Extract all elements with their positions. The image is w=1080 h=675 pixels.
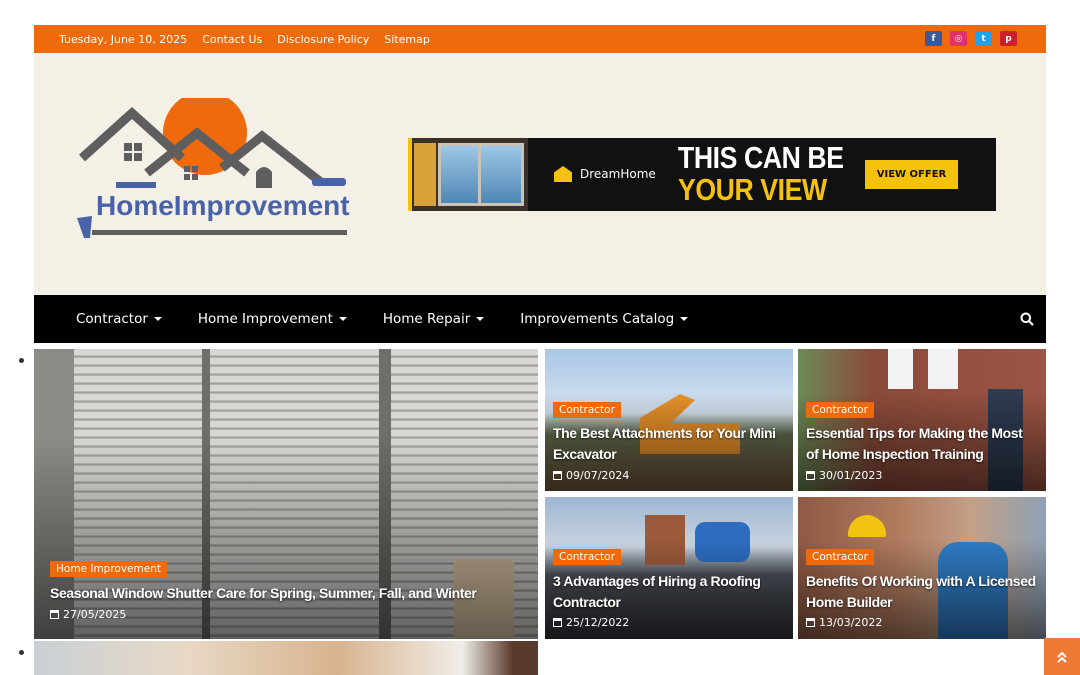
calendar-icon [553,618,562,627]
post-title[interactable]: Seasonal Window Shutter Care for Spring,… [50,583,520,604]
dreamhome-logo-icon [554,166,572,182]
nav-item-home-repair[interactable]: Home Repair [383,311,485,327]
post-title[interactable]: Benefits Of Working with A Licensed Home… [806,571,1038,613]
post-card[interactable]: Contractor Benefits Of Working with A Li… [798,497,1046,639]
site-header: HomeImprovement DreamHome THIS CAN BE YO… [34,53,1046,295]
page: Tuesday, June 10, 2025 Contact Us Disclo… [0,0,1080,675]
calendar-icon [50,610,59,619]
category-badge[interactable]: Contractor [553,549,621,565]
list-bullet [19,358,24,363]
scroll-to-top-button[interactable] [1044,638,1080,675]
view-offer-button[interactable]: VIEW OFFER [865,160,958,189]
category-badge[interactable]: Contractor [806,549,874,565]
facebook-icon[interactable]: f [925,31,942,46]
banner-headline-line2: YOUR VIEW [678,172,827,207]
post-date: 25/12/2022 [553,616,629,629]
sitemap-link[interactable]: Sitemap [384,33,430,46]
nav-item-contractor[interactable]: Contractor [76,311,162,327]
next-post-card[interactable] [34,641,538,675]
nav-item-improvements-catalog[interactable]: Improvements Catalog [520,311,689,327]
calendar-icon [806,618,815,627]
contact-us-link[interactable]: Contact Us [202,33,262,46]
post-title[interactable]: The Best Attachments for Your Mini Excav… [553,423,785,465]
instagram-icon[interactable]: ◎ [950,31,967,46]
post-date: 13/03/2022 [806,616,882,629]
double-chevron-up-icon [1057,651,1067,663]
pinterest-icon[interactable]: p [1000,31,1017,46]
post-title[interactable]: 3 Advantages of Hiring a Roofing Contrac… [553,571,785,613]
caret-down-icon [338,317,347,321]
category-badge[interactable]: Home Improvement [50,561,167,577]
caret-down-icon [680,317,689,321]
post-card[interactable]: Contractor 3 Advantages of Hiring a Roof… [545,497,793,639]
search-icon[interactable] [1020,312,1034,326]
disclosure-policy-link[interactable]: Disclosure Policy [277,33,369,46]
caret-down-icon [153,317,162,321]
category-badge[interactable]: Contractor [806,402,874,418]
ad-banner[interactable]: DreamHome THIS CAN BE YOUR VIEW VIEW OFF… [408,138,996,211]
calendar-icon [553,471,562,480]
site-logo[interactable]: HomeImprovement [72,91,377,243]
post-date: 30/01/2023 [806,469,882,482]
banner-window-image [408,138,528,211]
caret-down-icon [476,317,485,321]
post-date: 27/05/2025 [50,608,126,621]
top-bar: Tuesday, June 10, 2025 Contact Us Disclo… [34,25,1046,53]
banner-brand: DreamHome [554,166,656,182]
category-badge[interactable]: Contractor [553,402,621,418]
logo-text: HomeImprovement [96,190,350,221]
post-card[interactable]: Contractor The Best Attachments for Your… [545,349,793,491]
featured-post-card[interactable]: Home Improvement Seasonal Window Shutter… [34,349,538,639]
list-bullet [19,650,24,655]
post-date: 09/07/2024 [553,469,629,482]
banner-headline-line1: THIS CAN BE [678,140,844,175]
main-nav: Contractor Home Improvement Home Repair … [34,295,1046,343]
twitter-icon[interactable]: t [975,31,992,46]
calendar-icon [806,471,815,480]
post-title[interactable]: Essential Tips for Making the Most of Ho… [806,423,1038,465]
nav-item-home-improvement[interactable]: Home Improvement [198,311,347,327]
post-image-partial [34,641,538,675]
current-date: Tuesday, June 10, 2025 [59,32,188,46]
post-card[interactable]: Contractor Essential Tips for Making the… [798,349,1046,491]
